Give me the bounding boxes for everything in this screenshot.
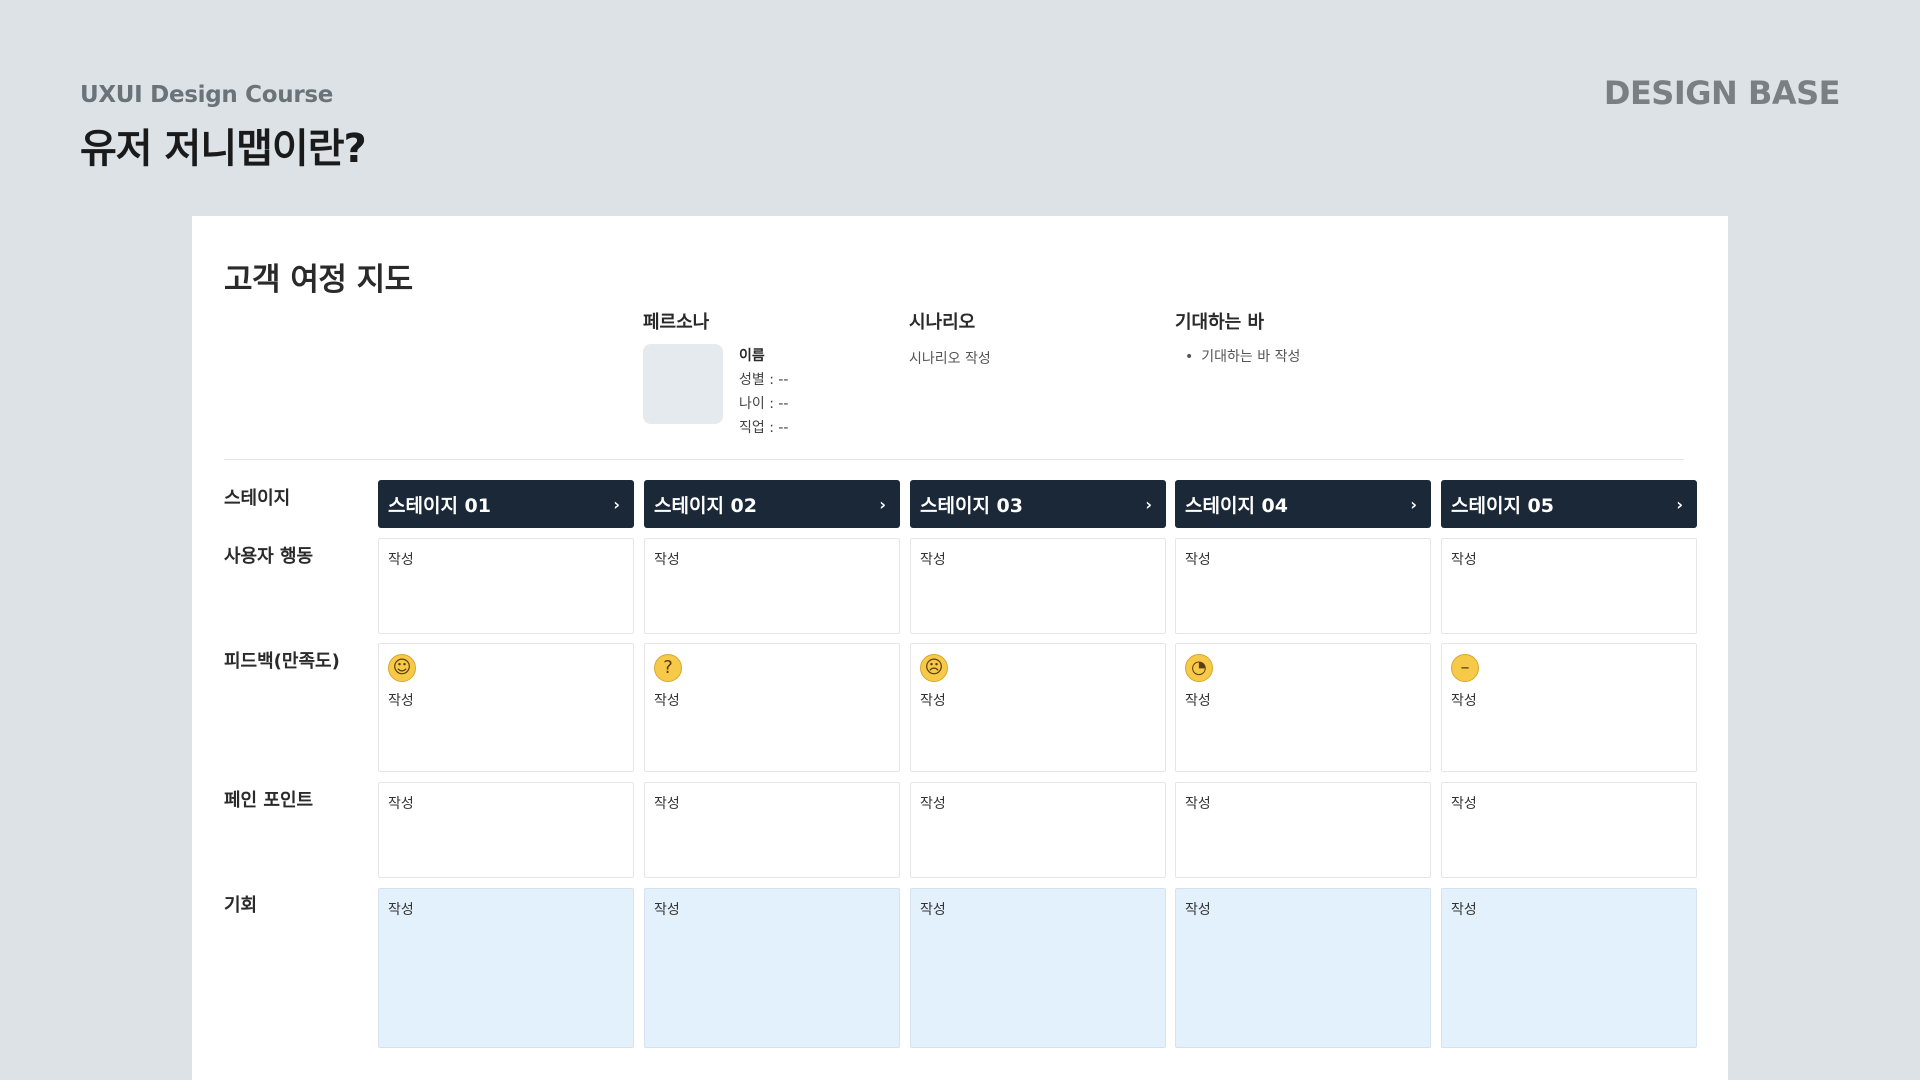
cell-text: 작성	[1185, 693, 1211, 709]
cell-text: 작성	[654, 796, 680, 812]
feedback-cell-04[interactable]: ◔ 작성	[1175, 643, 1431, 772]
pain-cell-05[interactable]: 작성	[1441, 782, 1697, 878]
stage-label: 스테이지 01	[388, 494, 491, 517]
opportunity-cell-01[interactable]: 작성	[378, 888, 634, 1048]
scenario-section: 시나리오 시나리오 작성	[909, 308, 991, 368]
chevron-right-icon: ›	[613, 494, 620, 514]
stage-label: 스테이지 03	[920, 494, 1023, 517]
cell-text: 작성	[920, 552, 946, 568]
cell-text: 작성	[1185, 796, 1211, 812]
journey-map-card: 고객 여정 지도 페르소나 이름 성별 : -- 나이 : -- 직업 : --…	[192, 216, 1728, 1080]
stage-02-header[interactable]: 스테이지 02 ›	[644, 480, 900, 528]
stage-03-header[interactable]: 스테이지 03 ›	[910, 480, 1166, 528]
pain-cell-02[interactable]: 작성	[644, 782, 900, 878]
actions-cell-02[interactable]: 작성	[644, 538, 900, 634]
persona-job: 직업 : --	[739, 420, 789, 436]
persona-heading: 페르소나	[643, 312, 710, 333]
cell-text: 작성	[388, 796, 414, 812]
slide: UXUI Design Course 유저 저니맵이란? DESIGN BASE…	[0, 0, 1920, 1080]
cell-text: 작성	[1451, 693, 1477, 709]
persona-section: 페르소나 이름 성별 : -- 나이 : -- 직업 : --	[643, 308, 788, 440]
stage-label: 스테이지 02	[654, 494, 757, 517]
journey-map-title: 고객 여정 지도	[224, 262, 413, 298]
cell-text: 작성	[920, 693, 946, 709]
page-title: 유저 저니맵이란?	[80, 126, 367, 172]
actions-cell-05[interactable]: 작성	[1441, 538, 1697, 634]
persona-gender: 성별 : --	[739, 372, 789, 388]
thinking-face-icon: ?	[654, 654, 682, 682]
cell-text: 작성	[1451, 552, 1477, 568]
stage-04-header[interactable]: 스테이지 04 ›	[1175, 480, 1431, 528]
row-label-feedback: 피드백(만족도)	[224, 651, 340, 672]
chevron-right-icon: ›	[1410, 494, 1417, 514]
cell-text: 작성	[1451, 796, 1477, 812]
actions-cell-03[interactable]: 작성	[910, 538, 1166, 634]
course-label: UXUI Design Course	[80, 82, 334, 108]
cell-text: 작성	[654, 693, 680, 709]
cell-text: 작성	[654, 552, 680, 568]
cell-text: 작성	[920, 902, 946, 918]
stage-label: 스테이지 04	[1185, 494, 1288, 517]
cell-text: 작성	[920, 796, 946, 812]
persona-name-label: 이름	[739, 348, 765, 364]
persona-age: 나이 : --	[739, 396, 789, 412]
chevron-right-icon: ›	[879, 494, 886, 514]
frowning-face-icon: ☹	[920, 654, 948, 682]
cell-text: 작성	[388, 693, 414, 709]
row-label-pain: 페인 포인트	[224, 790, 314, 811]
cell-text: 작성	[388, 902, 414, 918]
pain-cell-03[interactable]: 작성	[910, 782, 1166, 878]
feedback-cell-03[interactable]: ☹ 작성	[910, 643, 1166, 772]
row-label-opportunity: 기회	[224, 895, 258, 916]
neutral-face-icon: –	[1451, 654, 1479, 682]
row-label-stage: 스테이지	[224, 488, 291, 509]
actions-cell-04[interactable]: 작성	[1175, 538, 1431, 634]
feedback-cell-01[interactable]: ☺ 작성	[378, 643, 634, 772]
expectation-section: 기대하는 바 기대하는 바 작성	[1175, 308, 1300, 366]
pain-cell-01[interactable]: 작성	[378, 782, 634, 878]
stage-01-header[interactable]: 스테이지 01 ›	[378, 480, 634, 528]
divider	[224, 459, 1684, 460]
scenario-text[interactable]: 시나리오 작성	[909, 348, 991, 368]
scenario-heading: 시나리오	[909, 312, 976, 333]
cell-text: 작성	[654, 902, 680, 918]
expectation-bullet[interactable]: 기대하는 바 작성	[1175, 346, 1300, 366]
stage-05-header[interactable]: 스테이지 05 ›	[1441, 480, 1697, 528]
stage-label: 스테이지 05	[1451, 494, 1554, 517]
feedback-cell-02[interactable]: ? 작성	[644, 643, 900, 772]
opportunity-cell-02[interactable]: 작성	[644, 888, 900, 1048]
chevron-right-icon: ›	[1676, 494, 1683, 514]
expectation-heading: 기대하는 바	[1175, 312, 1265, 333]
smiling-face-icon: ☺	[388, 654, 416, 682]
cell-text: 작성	[388, 552, 414, 568]
brand-logo: DESIGN BASE	[1603, 74, 1841, 112]
actions-cell-01[interactable]: 작성	[378, 538, 634, 634]
row-label-actions: 사용자 행동	[224, 546, 314, 567]
feedback-cell-05[interactable]: – 작성	[1441, 643, 1697, 772]
cell-text: 작성	[1185, 552, 1211, 568]
cell-text: 작성	[1185, 902, 1211, 918]
pain-cell-04[interactable]: 작성	[1175, 782, 1431, 878]
opportunity-cell-05[interactable]: 작성	[1441, 888, 1697, 1048]
persona-avatar[interactable]	[643, 344, 723, 424]
opportunity-cell-03[interactable]: 작성	[910, 888, 1166, 1048]
eye-roll-face-icon: ◔	[1185, 654, 1213, 682]
chevron-right-icon: ›	[1145, 494, 1152, 514]
opportunity-cell-04[interactable]: 작성	[1175, 888, 1431, 1048]
cell-text: 작성	[1451, 902, 1477, 918]
